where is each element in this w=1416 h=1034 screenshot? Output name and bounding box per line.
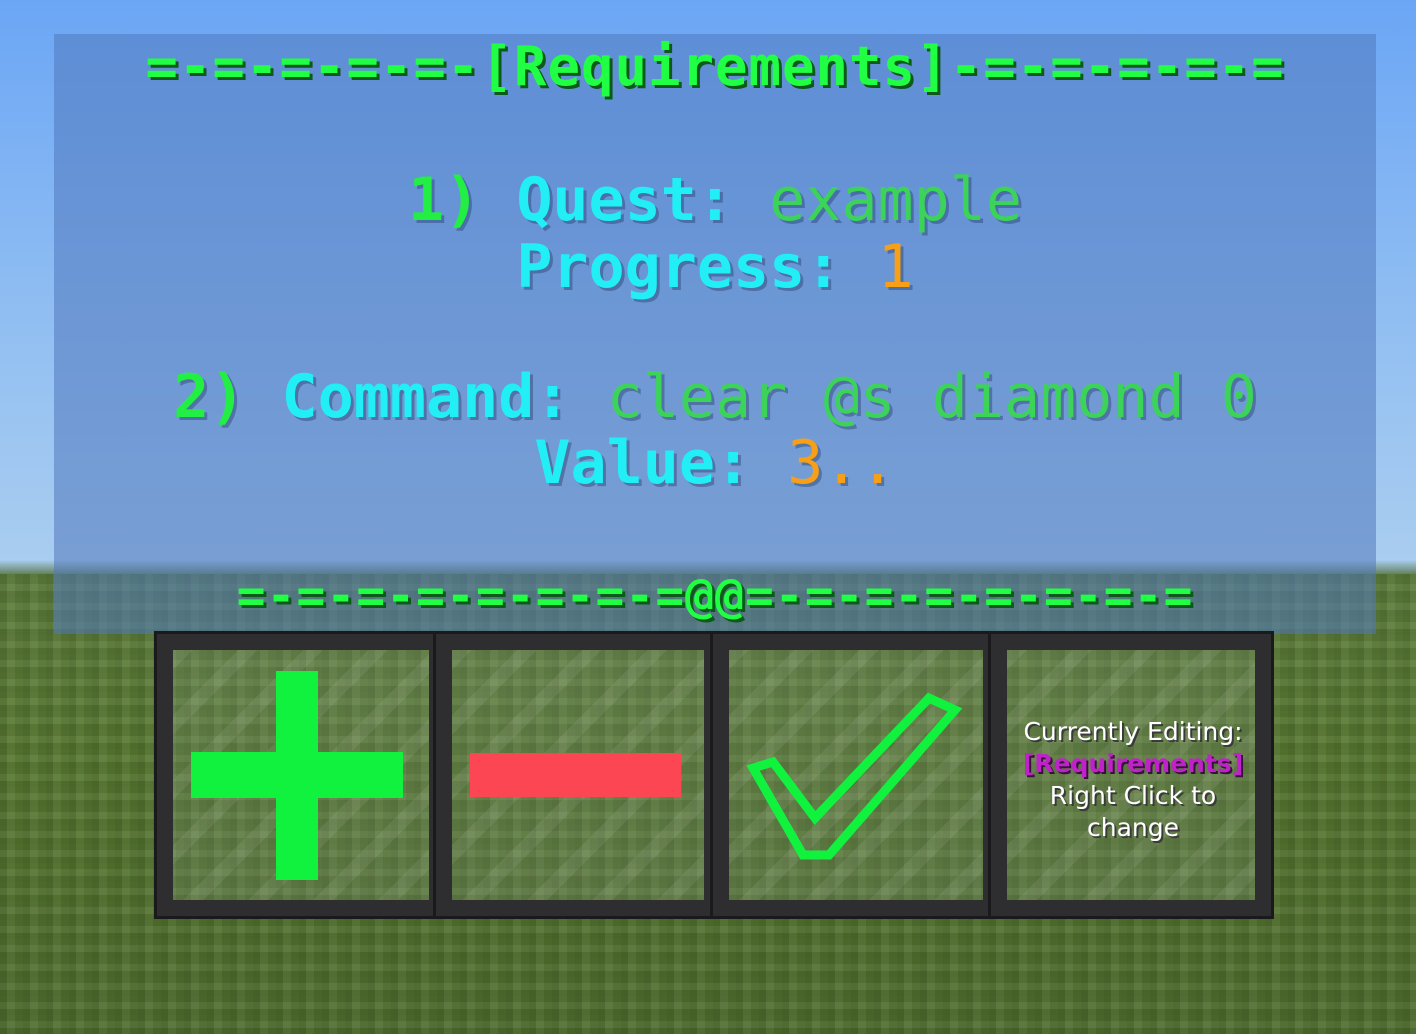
editing-info-line4: change bbox=[1086, 813, 1179, 842]
requirement-1-stat-line: Progress: 1 bbox=[54, 232, 1376, 302]
requirement-1-type-label: Quest: bbox=[516, 165, 734, 235]
checkmark-icon bbox=[746, 692, 963, 860]
requirement-1-number: 1) bbox=[407, 165, 481, 235]
editing-info-mode: [Requirements] bbox=[1022, 749, 1244, 778]
requirement-1-type-value: example bbox=[769, 165, 1023, 235]
requirement-1-stat-value: 1 bbox=[877, 232, 914, 302]
requirement-1-stat-label: Progress: bbox=[516, 232, 842, 302]
requirements-panel bbox=[54, 34, 1376, 634]
editing-info: Currently Editing: [Requirements] Right … bbox=[991, 716, 1275, 844]
requirement-2-stat-value: 3.. bbox=[787, 428, 896, 498]
editing-info-line1: Currently Editing: bbox=[1023, 717, 1243, 746]
plus-icon-horizontal-bar bbox=[191, 752, 403, 798]
requirement-2-number: 2) bbox=[173, 362, 246, 432]
requirement-2-line: 2) Command: clear @s diamond 0 bbox=[54, 362, 1376, 432]
requirement-2-type-label: Command: bbox=[281, 362, 571, 432]
requirement-2-type-value: clear @s diamond 0 bbox=[606, 362, 1257, 432]
editing-info-line3: Right Click to bbox=[1049, 781, 1217, 810]
requirement-1-line: 1) Quest: example bbox=[54, 165, 1376, 235]
requirement-2-stat-label: Value: bbox=[534, 428, 752, 498]
header-divider: =-=-=-=-=-[Requirements]-=-=-=-=-= bbox=[145, 35, 1285, 98]
footer-divider: =-=-=-=-=-=-=-=@@=-=-=-=-=-=-=-= bbox=[236, 568, 1194, 624]
minus-icon bbox=[470, 753, 681, 797]
requirement-2-stat-line: Value: 3.. bbox=[54, 428, 1376, 498]
